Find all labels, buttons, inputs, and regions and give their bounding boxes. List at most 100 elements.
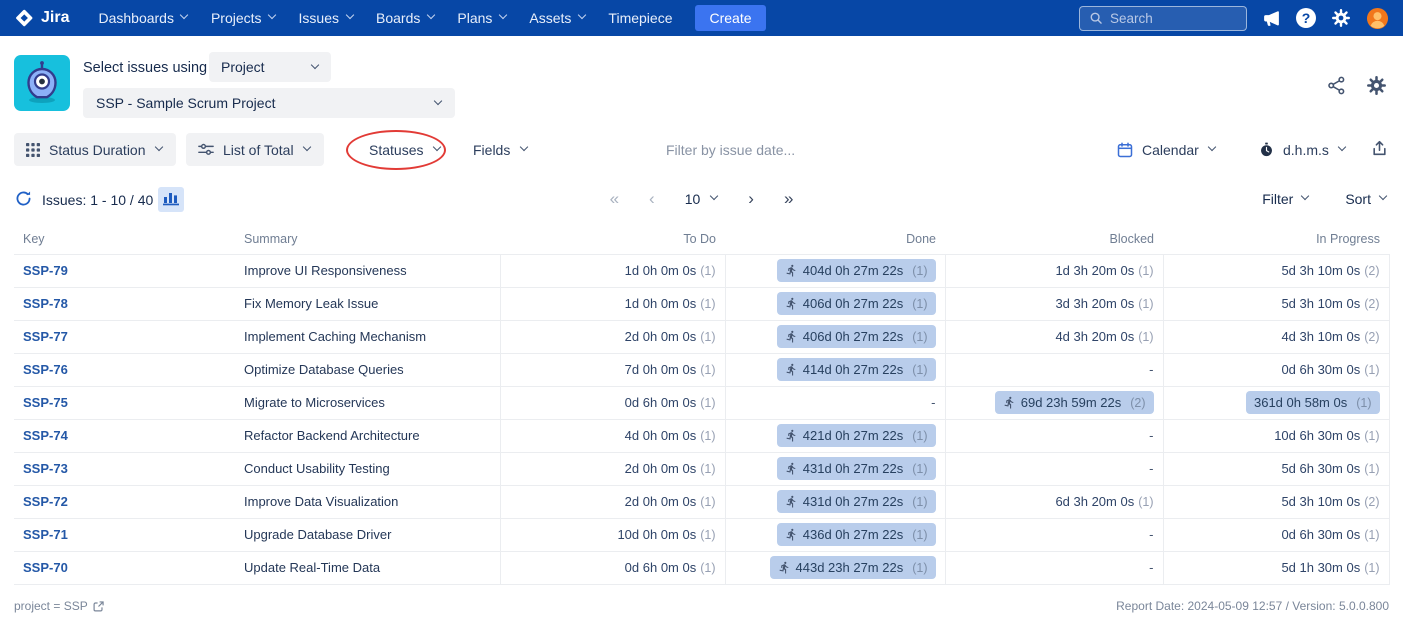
duration-value: 5d 6h 30m 0s (1) [1281, 461, 1380, 476]
chevron-down-icon [433, 97, 442, 106]
create-button[interactable]: Create [695, 5, 766, 31]
runner-icon [786, 462, 796, 475]
chevron-down-icon [426, 11, 435, 20]
timepiece-app-icon[interactable] [14, 55, 70, 111]
next-page-button[interactable]: › [748, 190, 754, 207]
table-row[interactable]: SSP-71 Upgrade Database Driver 10d 0h 0m… [14, 517, 1390, 552]
duration-cell-inprogress: 361d 0h 58m 0s (1) [1162, 385, 1390, 420]
time-format-select[interactable]: d.h.m.s [1247, 133, 1359, 166]
jira-logo-icon [16, 9, 33, 27]
runner-icon [786, 429, 796, 442]
statuses-select[interactable]: Statuses [357, 133, 453, 166]
last-page-button[interactable]: » [784, 190, 793, 207]
duration-cell-inprogress: 4d 3h 10m 0s (2) [1162, 319, 1390, 354]
nav-item-plans[interactable]: Plans [446, 0, 518, 36]
search-box[interactable] [1079, 5, 1247, 31]
fields-select[interactable]: Fields [461, 133, 540, 166]
column-header-blocked[interactable]: Blocked [945, 225, 1163, 254]
chevron-down-icon [1208, 143, 1217, 152]
column-header-summary[interactable]: Summary [235, 225, 500, 254]
table-row[interactable]: SSP-75 Migrate to Microservices 0d 6h 0m… [14, 385, 1390, 420]
duration-value: 3d 3h 20m 0s (1) [1055, 296, 1154, 311]
issue-summary: Upgrade Database Driver [235, 517, 500, 552]
page-size-select[interactable]: 10 [685, 191, 719, 207]
nav-item-timepiece[interactable]: Timepiece [597, 0, 683, 36]
issue-key-link[interactable]: SSP-73 [23, 461, 68, 476]
user-avatar[interactable] [1366, 7, 1389, 30]
duration-cell-done: 406d 0h 27m 22s (1) [724, 319, 945, 354]
chevron-down-icon [1378, 192, 1387, 201]
runner-icon [1004, 396, 1014, 409]
list-type-select[interactable]: List of Total [186, 133, 324, 166]
duration-value: 0d 6h 30m 0s (1) [1281, 362, 1380, 377]
stopwatch-icon [1261, 142, 1272, 157]
issue-summary: Conduct Usability Testing [235, 451, 500, 486]
chevron-down-icon [303, 143, 312, 152]
column-header-done[interactable]: Done [725, 225, 945, 254]
runner-icon [786, 363, 796, 376]
previous-page-button[interactable]: ‹ [649, 190, 655, 207]
chevron-down-icon [310, 61, 319, 70]
issue-key-link[interactable]: SSP-71 [23, 527, 68, 542]
table-row[interactable]: SSP-79 Improve UI Responsiveness 1d 0h 0… [14, 253, 1390, 288]
duration-cell-done: - [724, 385, 945, 420]
chevron-down-icon [155, 143, 164, 152]
issue-key-link[interactable]: SSP-74 [23, 428, 68, 443]
issue-date-filter-input[interactable]: Filter by issue date... [666, 142, 795, 158]
calendar-select[interactable]: Calendar [1105, 133, 1229, 166]
calendar-icon [1117, 141, 1133, 157]
issue-key-link[interactable]: SSP-76 [23, 362, 68, 377]
chevron-down-icon [180, 11, 189, 20]
chevron-down-icon [577, 11, 586, 20]
nav-item-assets[interactable]: Assets [518, 0, 597, 36]
jql-query-link[interactable]: project = SSP [14, 599, 104, 613]
nav-item-dashboards[interactable]: Dashboards [87, 0, 200, 36]
nav-item-boards[interactable]: Boards [365, 0, 446, 36]
table-row[interactable]: SSP-76 Optimize Database Queries 7d 0h 0… [14, 352, 1390, 387]
issue-key-link[interactable]: SSP-78 [23, 296, 68, 311]
issue-key-link[interactable]: SSP-77 [23, 329, 68, 344]
sort-button[interactable]: Sort [1345, 191, 1387, 207]
table-row[interactable]: SSP-73 Conduct Usability Testing 2d 0h 0… [14, 451, 1390, 486]
duration-value: 2d 0h 0m 0s (1) [624, 494, 716, 509]
settings-gear-icon[interactable] [1331, 8, 1351, 28]
nav-item-projects[interactable]: Projects [200, 0, 288, 36]
issues-tbody: SSP-79 Improve UI Responsiveness 1d 0h 0… [14, 253, 1390, 585]
filter-button[interactable]: Filter [1262, 191, 1309, 207]
report-type-select[interactable]: Status Duration [14, 133, 176, 166]
report-header: Select issues using Project SSP - Sample… [0, 36, 1403, 128]
column-header-in-progress[interactable]: In Progress [1163, 225, 1389, 254]
issue-summary: Refactor Backend Architecture [235, 418, 500, 453]
jira-logo[interactable]: Jira [14, 8, 69, 28]
duration-value: 0d 6h 0m 0s (1) [624, 395, 716, 410]
issue-key-link[interactable]: SSP-79 [23, 263, 68, 278]
first-page-button[interactable]: « [610, 190, 619, 207]
table-row[interactable]: SSP-74 Refactor Backend Architecture 4d … [14, 418, 1390, 453]
issue-key-link[interactable]: SSP-75 [23, 395, 68, 410]
table-row[interactable]: SSP-78 Fix Memory Leak Issue 1d 0h 0m 0s… [14, 286, 1390, 321]
duration-cell-blocked: 69d 23h 59m 22s (2) [944, 385, 1163, 420]
duration-cell-blocked: 1d 3h 20m 0s (1) [944, 253, 1163, 288]
duration-value: 4d 0h 0m 0s (1) [624, 428, 716, 443]
report-settings-gear-icon[interactable] [1366, 75, 1387, 96]
issue-key-link[interactable]: SSP-70 [23, 560, 68, 575]
table-row[interactable]: SSP-72 Improve Data Visualization 2d 0h … [14, 484, 1390, 519]
duration-pill: 404d 0h 27m 22s (1) [776, 259, 936, 282]
share-icon[interactable] [1327, 76, 1346, 95]
project-select[interactable]: SSP - Sample Scrum Project [83, 88, 455, 118]
issue-key-link[interactable]: SSP-72 [23, 494, 68, 509]
column-header-to-do[interactable]: To Do [500, 225, 725, 254]
nav-item-issues[interactable]: Issues [288, 0, 365, 36]
table-row[interactable]: SSP-70 Update Real-Time Data 0d 6h 0m 0s… [14, 550, 1390, 585]
announcements-icon[interactable] [1262, 9, 1281, 28]
issue-summary: Optimize Database Queries [235, 352, 500, 387]
duration-cell-inprogress: 5d 3h 10m 0s (2) [1162, 286, 1390, 321]
column-header-key[interactable]: Key [14, 225, 235, 254]
help-icon[interactable]: ? [1296, 8, 1316, 28]
table-row[interactable]: SSP-77 Implement Caching Mechanism 2d 0h… [14, 319, 1390, 354]
duration-cell-done: 406d 0h 27m 22s (1) [724, 286, 945, 321]
issue-scope-select[interactable]: Project [209, 52, 331, 82]
search-input[interactable] [1110, 10, 1237, 26]
export-icon[interactable] [1371, 140, 1388, 162]
sliders-icon [198, 143, 214, 155]
